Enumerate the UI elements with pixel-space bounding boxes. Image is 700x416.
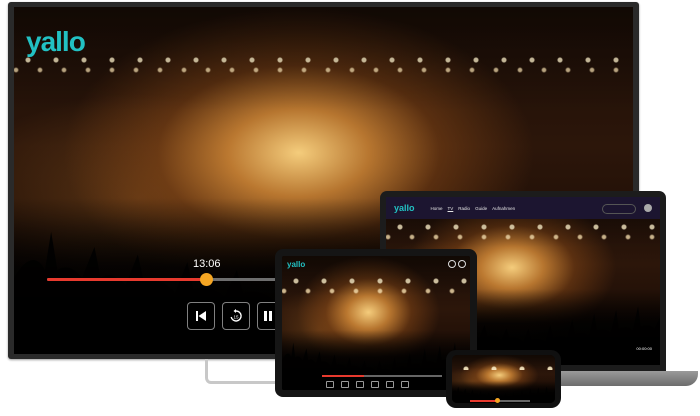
svg-text:15: 15: [233, 315, 239, 320]
tv-stand: [205, 359, 281, 384]
search-input[interactable]: [602, 204, 636, 214]
yallo-logo: yallo: [287, 260, 306, 269]
replay-button[interactable]: 15: [222, 302, 250, 330]
concert-image: [452, 355, 555, 403]
replay-icon: 15: [230, 309, 242, 322]
tablet-control-button[interactable]: [326, 381, 334, 388]
yallo-logo: yallo: [394, 203, 415, 213]
skip-back-icon: [196, 311, 206, 321]
nav-radio[interactable]: Radio: [458, 206, 470, 211]
yallo-logo: yallo: [26, 26, 86, 57]
pause-icon: [264, 311, 272, 321]
laptop-playback-time: 00:00:00: [636, 346, 652, 351]
tablet-control-button[interactable]: [401, 381, 409, 388]
nav-guide[interactable]: Guide: [475, 206, 487, 211]
phone-screen: [452, 355, 555, 403]
tablet-control-button[interactable]: [356, 381, 364, 388]
nav-aufnahmen[interactable]: Aufnahmen: [492, 206, 515, 211]
tablet-screen: yallo: [282, 256, 470, 390]
phone-progress-fill: [470, 400, 497, 402]
search-icon[interactable]: [448, 260, 456, 268]
nav-home[interactable]: Home: [431, 206, 443, 211]
profile-avatar[interactable]: [644, 204, 652, 212]
progress-fill: [47, 278, 206, 281]
skip-back-button[interactable]: [187, 302, 215, 330]
concert-image: [282, 256, 470, 390]
tablet-control-button[interactable]: [371, 381, 379, 388]
tablet-control-button[interactable]: [341, 381, 349, 388]
tablet-control-button[interactable]: [386, 381, 394, 388]
laptop-nav-bar: yallo Home TV Radio Guide Aufnahmen: [386, 197, 660, 219]
profile-icon[interactable]: [458, 260, 466, 268]
playback-time: 13:06: [193, 258, 221, 270]
progress-knob[interactable]: [199, 273, 213, 286]
phone-progress-knob[interactable]: [495, 398, 500, 403]
phone-device: [446, 350, 561, 408]
tablet-controls: [326, 381, 446, 388]
nav-tv[interactable]: TV: [448, 206, 454, 211]
tablet-progress-fill: [322, 375, 364, 377]
